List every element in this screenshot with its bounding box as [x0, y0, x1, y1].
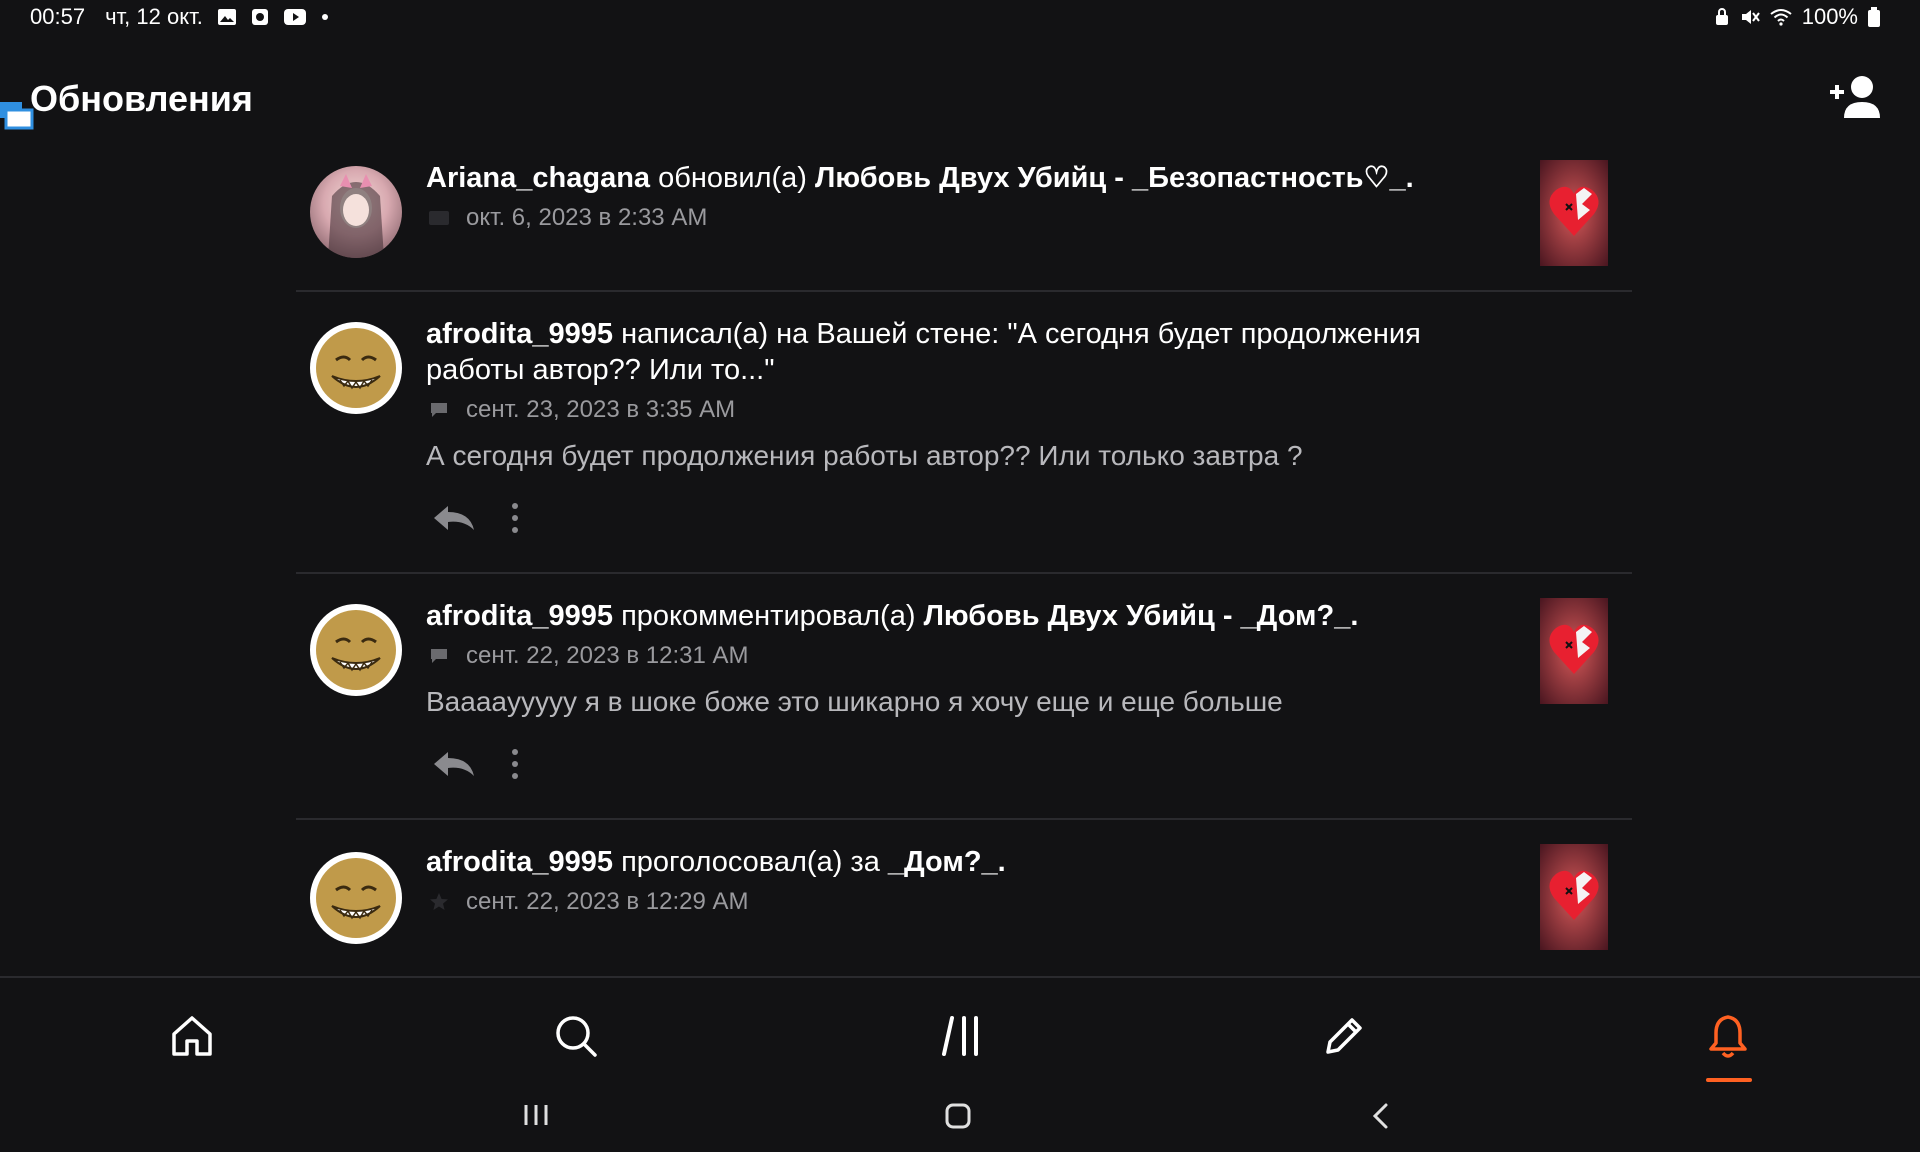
wifi-icon: [1770, 8, 1792, 26]
feed-item: afrodita_9995 прокомментировал(а) Любовь…: [296, 574, 1632, 820]
more-vertical-icon: [512, 503, 518, 533]
bottom-navigation: [0, 976, 1920, 1082]
notifications-icon: [1709, 1015, 1747, 1058]
reply-button[interactable]: [432, 750, 476, 783]
window-badge-icon: [0, 100, 34, 135]
update-icon: [426, 210, 452, 226]
feed-item-timestamp: сент. 23, 2023 в 3:35 AM: [466, 396, 736, 423]
write-icon: [1326, 1018, 1362, 1054]
feed-item-text: Ariana_chagana обновил(а) Любовь Двух Уб…: [426, 160, 1482, 196]
feed-item-target[interactable]: _Дом?_.: [888, 846, 1006, 878]
back-chevron-icon: [1372, 1103, 1388, 1129]
nav-write-button[interactable]: [1314, 1006, 1374, 1066]
status-time: 00:57: [30, 4, 86, 29]
avatar[interactable]: [310, 322, 402, 414]
add-user-icon: [1830, 76, 1880, 118]
feed-item-user[interactable]: afrodita_9995: [426, 846, 613, 878]
feed-item-excerpt: А сегодня будет продолжения работы автор…: [426, 440, 1303, 471]
more-notifications-dot-icon: [321, 13, 329, 21]
more-options-button[interactable]: [510, 748, 520, 785]
battery-icon: [1868, 7, 1880, 27]
recent-apps-button[interactable]: [522, 1102, 550, 1133]
comment-icon: [426, 647, 452, 665]
more-options-button[interactable]: [510, 502, 520, 539]
story-cover-thumbnail[interactable]: [1540, 598, 1608, 704]
search-icon: [556, 1016, 597, 1057]
back-button[interactable]: [1370, 1102, 1390, 1135]
status-date: чт, 12 окт.: [105, 4, 203, 29]
avatar[interactable]: [310, 852, 402, 944]
feed-item-user[interactable]: afrodita_9995: [426, 318, 613, 350]
system-navigation-bar: [0, 1080, 1920, 1152]
avatar[interactable]: [310, 604, 402, 696]
nav-notifications-button[interactable]: [1698, 1006, 1758, 1082]
feed-item-timestamp: сент. 22, 2023 в 12:29 AM: [466, 888, 749, 915]
feed-item: afrodita_9995 проголосовал(а) за _Дом?_.…: [296, 820, 1632, 980]
feed-item-target[interactable]: Любовь Двух Убийц - _Безопастность♡_.: [815, 162, 1414, 194]
gallery-icon: [217, 8, 237, 26]
battery-percent: 100%: [1801, 4, 1858, 29]
more-vertical-icon: [512, 749, 518, 779]
camera-app-icon: [251, 8, 269, 26]
reply-button[interactable]: [432, 504, 476, 537]
youtube-icon: [283, 8, 307, 26]
feed-item-action: прокомментировал(а): [621, 600, 916, 632]
nav-home-button[interactable]: [162, 1006, 222, 1066]
page-title: Обновления: [30, 78, 253, 119]
library-icon: [942, 1016, 978, 1056]
add-user-button[interactable]: [1828, 74, 1884, 125]
mute-icon: [1740, 8, 1760, 26]
feed-item-target[interactable]: Любовь Двух Убийц - _Дом?_.: [924, 600, 1359, 632]
feed-item-excerpt: Вааааyyyyy я в шоке боже это шикарно я х…: [426, 686, 1283, 717]
feed-item-text: afrodita_9995 написал(а) на Вашей стене:…: [426, 316, 1482, 388]
feed-item-user[interactable]: afrodita_9995: [426, 600, 613, 632]
home-system-button[interactable]: [944, 1102, 972, 1135]
feed-item-text: afrodita_9995 проголосовал(а) за _Дом?_.: [426, 844, 1482, 880]
home-square-icon: [945, 1103, 971, 1129]
star-icon: [426, 892, 452, 912]
reply-icon: [434, 506, 474, 530]
nav-library-button[interactable]: [932, 1006, 992, 1066]
feed-item-user[interactable]: Ariana_chagana: [426, 162, 650, 194]
reply-icon: [434, 752, 474, 776]
updates-feed: Ariana_chagana обновил(а) Любовь Двух Уб…: [296, 140, 1632, 980]
app-header: Обновления: [0, 70, 1920, 130]
feed-item-text: afrodita_9995 прокомментировал(а) Любовь…: [426, 598, 1482, 634]
feed-item-timestamp: сент. 22, 2023 в 12:31 AM: [466, 642, 749, 669]
feed-item-timestamp: окт. 6, 2023 в 2:33 AM: [466, 204, 708, 231]
feed-item-action: обновил(а): [658, 162, 807, 194]
feed-item: afrodita_9995 написал(а) на Вашей стене:…: [296, 292, 1632, 574]
status-bar: 00:57 чт, 12 окт. 100%: [0, 0, 1920, 34]
story-cover-thumbnail[interactable]: [1540, 844, 1608, 950]
avatar[interactable]: [310, 166, 402, 258]
feed-item: Ariana_chagana обновил(а) Любовь Двух Уб…: [296, 140, 1632, 292]
nav-search-button[interactable]: [546, 1006, 606, 1066]
story-cover-thumbnail[interactable]: [1540, 160, 1608, 266]
comment-icon: [426, 401, 452, 419]
lock-icon: [1714, 8, 1730, 26]
home-icon: [172, 1016, 212, 1056]
recent-apps-icon: [524, 1105, 548, 1125]
feed-item-action: проголосовал(а) за: [621, 846, 880, 878]
